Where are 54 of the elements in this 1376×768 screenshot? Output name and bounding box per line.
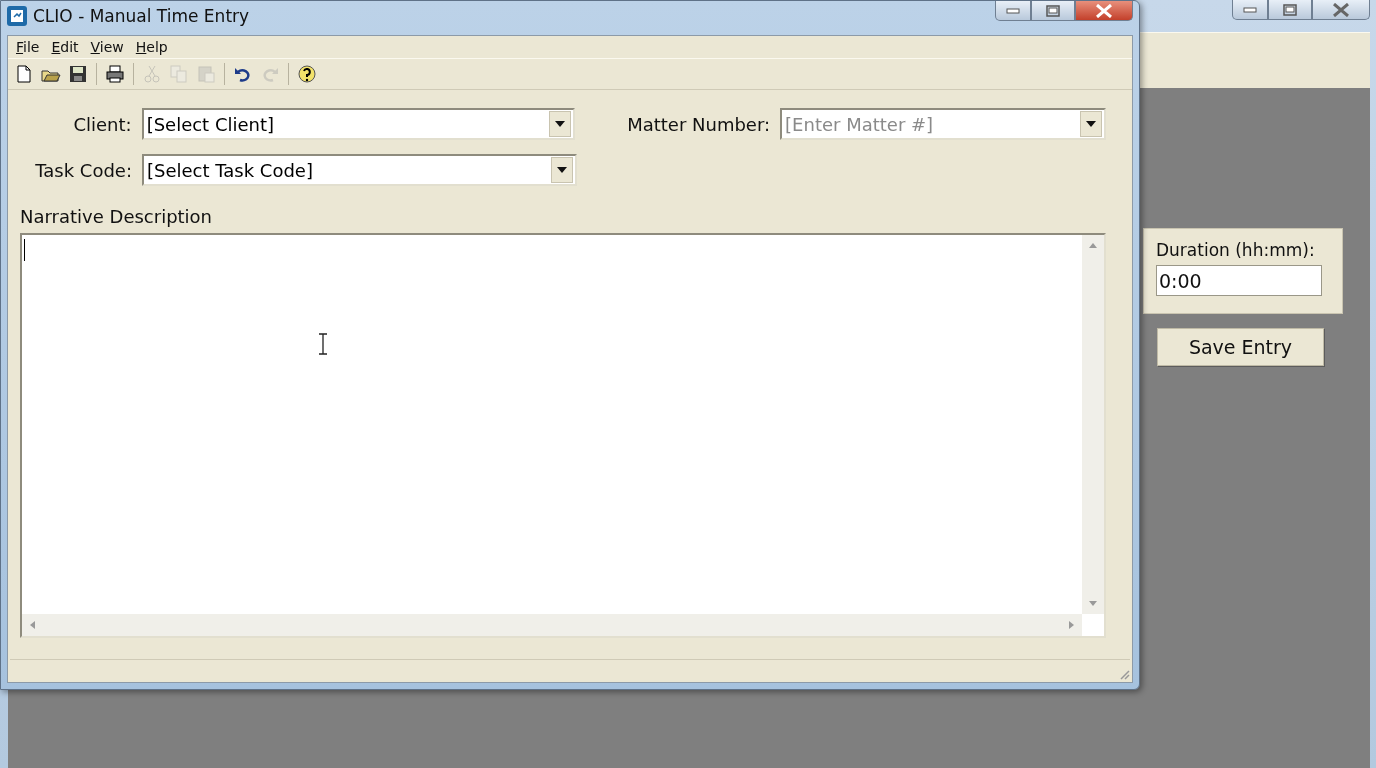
menu-item[interactable]: Help (129, 37, 174, 57)
close-button[interactable] (1075, 1, 1133, 21)
dropdown-button[interactable] (1080, 111, 1102, 137)
scroll-left-icon[interactable] (30, 621, 35, 629)
menu-item[interactable]: File (10, 37, 46, 57)
combo-value: [Select Client] (145, 113, 276, 135)
task-code-dropdown[interactable]: [Select Task Code] (142, 154, 577, 186)
window-title: CLIO - Manual Time Entry (33, 6, 250, 26)
scroll-down-icon[interactable] (1089, 601, 1097, 606)
save-entry-button[interactable]: Save Entry (1157, 328, 1324, 366)
paste-icon (196, 64, 216, 84)
duration-input[interactable]: 0:00 (1156, 265, 1322, 296)
save-icon (68, 64, 88, 84)
close-icon (1095, 3, 1113, 18)
caret-icon (555, 121, 566, 127)
minimize-button[interactable] (995, 1, 1031, 21)
vertical-scrollbar[interactable] (1082, 235, 1104, 614)
menu-item[interactable]: Edit (45, 37, 85, 57)
combo-value: [Select Task Code] (146, 159, 314, 181)
help-icon (297, 64, 317, 84)
text-caret (24, 239, 25, 261)
app-icon (7, 6, 27, 26)
maximize-icon (1283, 3, 1297, 16)
help-button[interactable] (295, 62, 319, 86)
dropdown-button[interactable] (551, 157, 573, 183)
client-dropdown[interactable]: [Select Client] (141, 108, 576, 140)
printer-button[interactable] (103, 62, 127, 86)
minimize-icon (1243, 6, 1257, 13)
minimize-button[interactable] (1232, 0, 1268, 20)
scroll-up-icon[interactable] (1089, 243, 1097, 248)
client-label: Client: (72, 113, 132, 135)
task-code-label: Task Code: (34, 159, 132, 181)
text-cursor-icon (318, 333, 328, 355)
dropdown-button[interactable] (549, 111, 572, 137)
narrative-description-label: Narrative Description (20, 206, 214, 227)
maximize-button[interactable] (1031, 1, 1075, 21)
new-document-icon (14, 64, 34, 84)
printer-icon (105, 64, 125, 84)
close-button[interactable] (1312, 0, 1370, 20)
maximize-icon (1046, 4, 1060, 17)
copy-icon (169, 64, 189, 84)
matter-number-label: Matter Number: (627, 113, 771, 135)
horizontal-scrollbar[interactable] (22, 614, 1082, 636)
caret-icon (1086, 121, 1096, 127)
maximize-button[interactable] (1268, 0, 1312, 20)
minimize-icon (1006, 7, 1020, 14)
scroll-right-icon[interactable] (1069, 621, 1074, 629)
combo-placeholder: [Enter Matter #] (784, 113, 935, 135)
menu-item[interactable]: View (84, 37, 130, 57)
resize-grip-icon[interactable] (1118, 668, 1130, 680)
close-icon (1332, 2, 1350, 17)
scissors-icon (142, 64, 162, 84)
caret-icon (557, 167, 567, 173)
duration-label: Duration (hh:mm): (1156, 239, 1315, 261)
